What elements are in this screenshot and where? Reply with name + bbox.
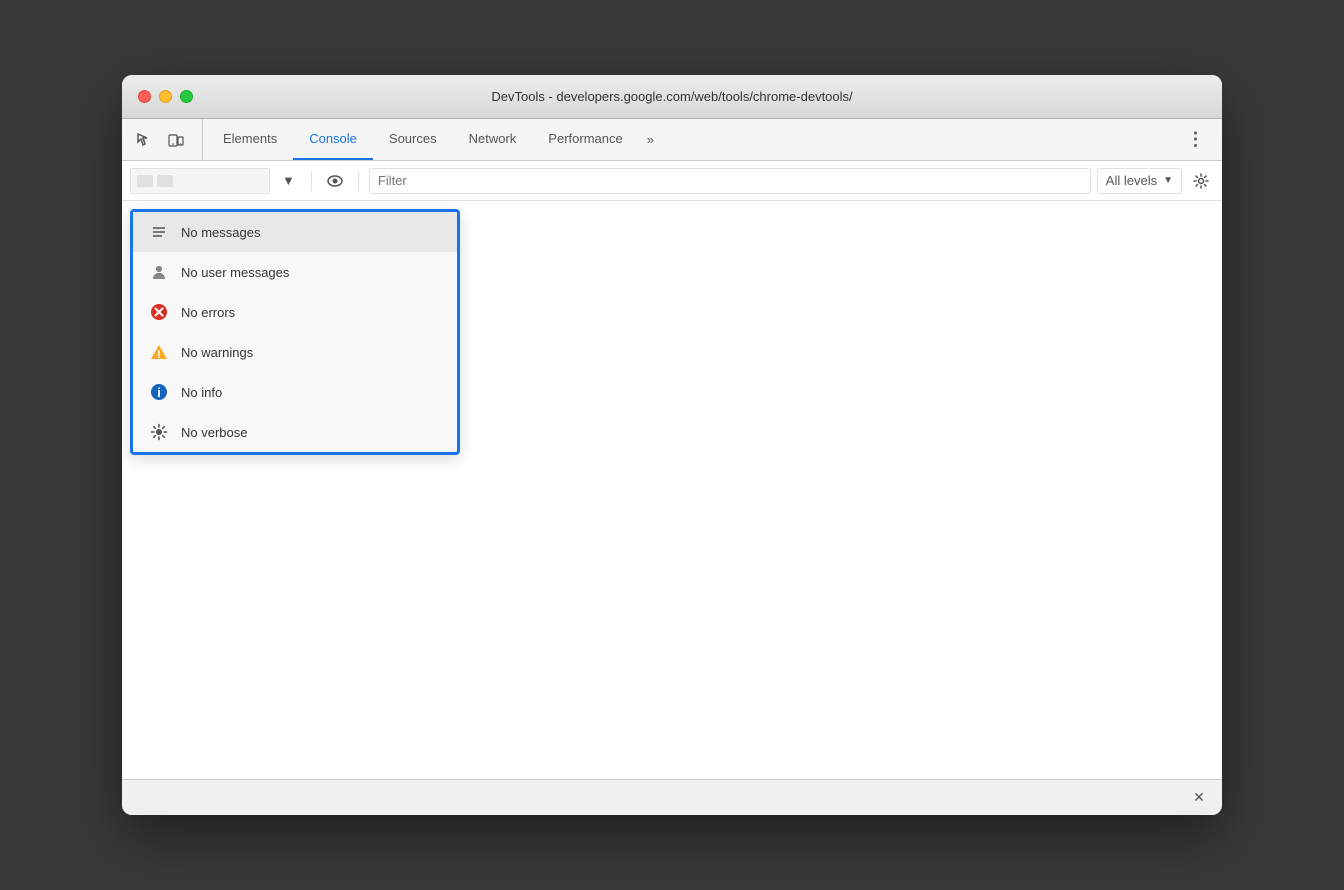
devtools-window: DevTools - developers.google.com/web/too…	[122, 75, 1222, 815]
info-icon: i	[149, 382, 169, 402]
preserve-log-button[interactable]	[322, 168, 348, 194]
tabbar: Elements Console Sources Network Perform…	[122, 119, 1222, 161]
all-levels-dropdown[interactable]: All levels ▼	[1097, 168, 1182, 194]
maximize-traffic-light[interactable]	[180, 90, 193, 103]
tab-more-button[interactable]: »	[639, 119, 662, 160]
dropdown-item-info[interactable]: i No info	[133, 372, 457, 412]
console-toolbar: ▼ All levels ▼	[122, 161, 1222, 201]
filter-input[interactable]	[369, 168, 1091, 194]
device-toolbar-button[interactable]	[162, 126, 190, 154]
tab-sources[interactable]: Sources	[373, 119, 453, 160]
close-traffic-light[interactable]	[138, 90, 151, 103]
dropdown-item-messages[interactable]: No messages	[133, 212, 457, 252]
dropdown-item-errors[interactable]: No errors	[133, 292, 457, 332]
main-content: No messages No user messages	[122, 201, 1222, 779]
tab-elements[interactable]: Elements	[207, 119, 293, 160]
tabbar-icons	[130, 119, 203, 160]
bottom-bar: ✕	[122, 779, 1222, 815]
dropdown-item-warnings[interactable]: ! No warnings	[133, 332, 457, 372]
traffic-lights	[138, 90, 193, 103]
minimize-traffic-light[interactable]	[159, 90, 172, 103]
svg-text:i: i	[157, 385, 161, 400]
dropdown-item-user-messages[interactable]: No user messages	[133, 252, 457, 292]
toolbar-divider-2	[358, 171, 359, 191]
levels-dropdown-panel: No messages No user messages	[130, 209, 460, 455]
messages-icon	[149, 222, 169, 242]
inspect-element-button[interactable]	[130, 126, 158, 154]
dropdown-item-verbose[interactable]: No verbose	[133, 412, 457, 452]
error-icon	[149, 302, 169, 322]
verbose-icon	[149, 422, 169, 442]
warning-icon: !	[149, 342, 169, 362]
toolbar-divider-1	[311, 171, 312, 191]
tab-network[interactable]: Network	[453, 119, 533, 160]
tabbar-right: ⋮	[1182, 119, 1222, 160]
user-messages-icon	[149, 262, 169, 282]
close-button[interactable]: ✕	[1188, 787, 1210, 809]
svg-text:!: !	[157, 349, 161, 361]
tab-console[interactable]: Console	[293, 119, 373, 160]
levels-dropdown-button[interactable]: ▼	[276, 168, 301, 194]
console-settings-button[interactable]	[1188, 168, 1214, 194]
titlebar: DevTools - developers.google.com/web/too…	[122, 75, 1222, 119]
window-title: DevTools - developers.google.com/web/too…	[491, 89, 852, 104]
kebab-menu-button[interactable]: ⋮	[1182, 126, 1210, 154]
tab-performance[interactable]: Performance	[532, 119, 638, 160]
all-levels-arrow: ▼	[1163, 175, 1173, 186]
